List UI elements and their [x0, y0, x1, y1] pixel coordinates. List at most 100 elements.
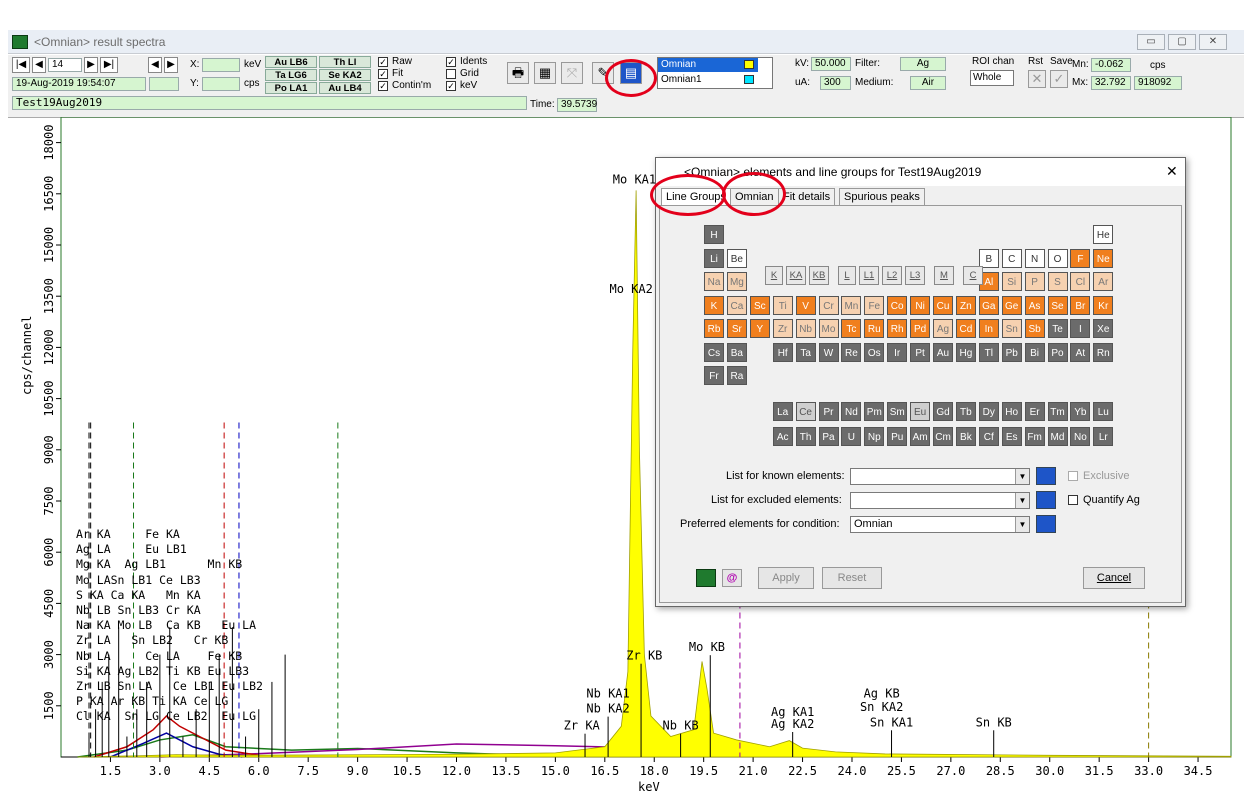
element-cr[interactable]: Cr [818, 295, 839, 315]
fit-checkbox[interactable]: ✓ [378, 69, 388, 79]
copy-chart-icon[interactable]: ▦ [534, 62, 556, 84]
next-spectrum-button[interactable]: ▶ [84, 57, 98, 73]
line-group-l[interactable]: L [838, 266, 856, 285]
element-he[interactable]: He [1093, 225, 1114, 244]
element-tm[interactable]: Tm [1047, 402, 1068, 422]
element-md[interactable]: Md [1047, 427, 1068, 447]
element-ce[interactable]: Ce [795, 402, 816, 422]
element-o[interactable]: O [1047, 248, 1068, 268]
element-ir[interactable]: Ir [887, 342, 908, 362]
element-kr[interactable]: Kr [1093, 295, 1114, 315]
element-cu[interactable]: Cu [933, 295, 953, 315]
line-button-au-lb6[interactable]: Au LB6 [265, 56, 317, 68]
next-channel-button[interactable]: ▶ [164, 57, 178, 73]
roi-select[interactable]: Whole [970, 70, 1014, 86]
line-button-au-lb4[interactable]: Au LB4 [319, 82, 371, 94]
spectra-item-omnian[interactable]: Omnian [661, 59, 696, 70]
element-yb[interactable]: Yb [1070, 402, 1091, 422]
element-cs[interactable]: Cs [704, 342, 724, 362]
element-c[interactable]: C [1001, 248, 1022, 268]
save-check-icon[interactable]: ✓ [1050, 70, 1068, 88]
element-ne[interactable]: Ne [1093, 248, 1114, 268]
element-au[interactable]: Au [933, 342, 953, 362]
element-k[interactable]: K [704, 295, 724, 315]
element-in[interactable]: In [978, 319, 999, 338]
reset-button[interactable]: Reset [822, 567, 882, 589]
close-window-button[interactable]: ✕ [1199, 34, 1227, 50]
element-la[interactable]: La [772, 402, 793, 422]
element-lu[interactable]: Lu [1093, 402, 1114, 422]
element-gd[interactable]: Gd [933, 402, 953, 422]
element-pb[interactable]: Pb [1001, 342, 1022, 362]
element-rn[interactable]: Rn [1093, 342, 1114, 362]
line-button-po-la1[interactable]: Po LA1 [265, 82, 317, 94]
known-elements-chart-icon[interactable] [1036, 467, 1056, 485]
element-se[interactable]: Se [1047, 295, 1068, 315]
element-lr[interactable]: Lr [1093, 427, 1114, 447]
search-elements-icon[interactable]: @ [722, 569, 742, 587]
line-group-l1[interactable]: L1 [859, 266, 879, 285]
element-xe[interactable]: Xe [1093, 319, 1114, 338]
element-cd[interactable]: Cd [955, 319, 976, 338]
element-sc[interactable]: Sc [749, 295, 770, 315]
element-ho[interactable]: Ho [1001, 402, 1022, 422]
element-cm[interactable]: Cm [933, 427, 953, 447]
element-br[interactable]: Br [1070, 295, 1091, 315]
line-group-kb[interactable]: KB [809, 266, 829, 285]
element-es[interactable]: Es [1001, 427, 1022, 447]
element-bk[interactable]: Bk [955, 427, 976, 447]
element-sr[interactable]: Sr [726, 319, 747, 338]
element-am[interactable]: Am [910, 427, 931, 447]
element-pu[interactable]: Pu [887, 427, 908, 447]
element-li[interactable]: Li [704, 248, 724, 268]
element-th[interactable]: Th [795, 427, 816, 447]
element-v[interactable]: V [795, 295, 816, 315]
element-os[interactable]: Os [864, 342, 885, 362]
peak-marker-icon[interactable]: ⤧ [561, 62, 583, 84]
element-tb[interactable]: Tb [955, 402, 976, 422]
element-mn[interactable]: Mn [841, 295, 862, 315]
element-er[interactable]: Er [1024, 402, 1045, 422]
element-sb[interactable]: Sb [1024, 319, 1045, 338]
element-mo[interactable]: Mo [818, 319, 839, 338]
element-te[interactable]: Te [1047, 319, 1068, 338]
last-spectrum-button[interactable]: ▶| [100, 57, 118, 73]
element-ag[interactable]: Ag [933, 319, 953, 338]
tab-fit-details[interactable]: Fit details [778, 188, 836, 206]
prev-spectrum-button[interactable]: ◀ [32, 57, 46, 73]
element-sn[interactable]: Sn [1001, 319, 1022, 338]
preferred-elements-dropdown-icon[interactable]: ▼ [1015, 517, 1029, 532]
dialog-close-icon[interactable]: ✕ [1166, 163, 1178, 180]
minimize-button[interactable]: ▭ [1137, 34, 1165, 50]
element-fe[interactable]: Fe [864, 295, 885, 315]
element-ra[interactable]: Ra [726, 366, 747, 385]
element-p[interactable]: P [1024, 272, 1045, 291]
line-group-m[interactable]: M [934, 266, 954, 285]
element-sm[interactable]: Sm [887, 402, 908, 422]
excluded-elements-dropdown-icon[interactable]: ▼ [1015, 493, 1029, 508]
cancel-button[interactable]: Cancel [1083, 567, 1145, 589]
line-group-l3[interactable]: L3 [905, 266, 925, 285]
element-re[interactable]: Re [841, 342, 862, 362]
print-icon[interactable]: 🖶 [507, 62, 529, 84]
element-ge[interactable]: Ge [1001, 295, 1022, 315]
element-si[interactable]: Si [1001, 272, 1022, 291]
element-u[interactable]: U [841, 427, 862, 447]
element-nb[interactable]: Nb [795, 319, 816, 338]
element-ba[interactable]: Ba [726, 342, 747, 362]
line-button-th-ll[interactable]: Th Ll [319, 56, 371, 68]
element-zr[interactable]: Zr [772, 319, 793, 338]
element-w[interactable]: W [818, 342, 839, 362]
excluded-elements-combo[interactable] [850, 492, 1030, 509]
element-pt[interactable]: Pt [910, 342, 931, 362]
element-b[interactable]: B [978, 248, 999, 268]
exclusive-checkbox[interactable] [1068, 471, 1078, 481]
element-ga[interactable]: Ga [978, 295, 999, 315]
line-group-k[interactable]: K [765, 266, 783, 285]
element-bi[interactable]: Bi [1024, 342, 1045, 362]
element-ar[interactable]: Ar [1093, 272, 1114, 291]
element-ni[interactable]: Ni [910, 295, 931, 315]
element-rh[interactable]: Rh [887, 319, 908, 338]
line-group-c[interactable]: C [963, 266, 983, 285]
element-hf[interactable]: Hf [772, 342, 793, 362]
